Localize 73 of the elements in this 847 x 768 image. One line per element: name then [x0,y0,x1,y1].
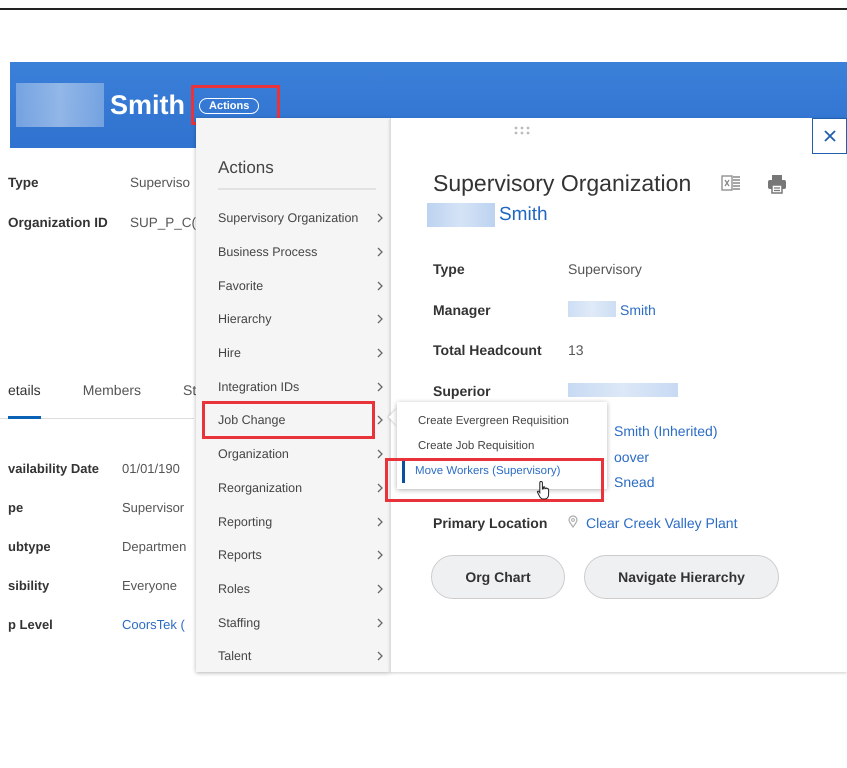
chevron-icon [377,651,384,662]
print-icon[interactable] [767,174,788,194]
redacted-block [427,203,495,227]
action-button[interactable]: Org Chart [431,555,565,599]
chevron-icon [377,584,384,594]
panel-subtitle[interactable]: Smith [499,204,548,226]
location-link[interactable]: Clear Creek Valley Plant [586,514,738,530]
submenu-item[interactable]: Create Job Requisition [402,433,540,458]
page-title: Smith [110,90,186,120]
menu-title: Actions [218,158,376,190]
field-value: Superviso [130,175,190,190]
panel-title: Supervisory Organization [433,170,692,197]
menu-item[interactable]: Job Change [218,411,376,430]
menu-item[interactable]: Roles [218,580,376,598]
action-button[interactable]: Navigate Hierarchy [584,555,779,599]
field-label: Type [8,175,39,190]
chevron-icon [377,415,384,426]
redacted-block [568,300,616,316]
tab[interactable]: Members [82,382,142,419]
menu-item[interactable]: Hierarchy [218,310,376,329]
field-value: Supervisory [568,261,642,279]
chevron-icon [377,482,384,493]
chevron-icon [377,247,384,258]
menu-item[interactable]: Business Process [218,242,376,262]
field-label: Type [433,261,465,279]
field-label: pe [8,500,24,515]
chevron-icon [377,213,384,224]
actions-button[interactable]: Actions [199,98,260,114]
field-link[interactable]: CoorsTek ( [122,617,185,632]
field-label: vailability Date [8,461,100,476]
menu-item[interactable]: Hire [218,344,376,362]
field-value: Supervisor [122,500,184,515]
spreadsheet-icon[interactable] [721,174,742,192]
field-label: sibility [8,578,50,593]
field-label: Organization ID [8,215,108,230]
field-value: 01/01/190 [122,461,180,476]
menu-item[interactable]: Integration IDs [218,377,376,396]
chevron-icon [377,550,384,560]
chevron-icon [377,280,384,291]
field-value: Everyone [122,578,177,593]
menu-item[interactable]: Talent [218,646,376,666]
person-link[interactable]: Smith (Inherited) [614,423,718,439]
menu-item[interactable]: Supervisory Organization [218,209,376,228]
menu-item[interactable]: Reports [218,546,376,565]
menu-item[interactable]: Reorganization [218,478,376,498]
drag-handle-icon[interactable] [514,126,530,136]
location-pin-icon [568,514,578,528]
field-value: SUP_P_C( [130,215,196,230]
chevron-icon [377,382,384,392]
field-label: Total Headcount [433,342,542,360]
field-label: ubtype [8,539,51,554]
field-label: p Level [8,617,53,632]
person-link[interactable]: Smith [620,302,656,318]
menu-item[interactable]: Favorite [218,276,376,296]
tab[interactable]: etails [8,382,41,419]
chevron-icon [377,449,384,460]
chevron-icon [377,348,384,358]
menu-item[interactable]: Staffing [218,613,376,632]
chevron-icon [377,618,384,628]
close-button[interactable] [812,118,847,154]
field-value: Departmen [122,539,186,554]
person-link[interactable]: oover [614,448,650,464]
menu-item[interactable]: Organization [218,444,376,464]
submenu-item[interactable]: Create Evergreen Requisition [402,408,575,433]
chevron-icon [377,314,384,324]
tab[interactable]: St [183,382,196,419]
chevron-icon [377,516,384,527]
close-icon [824,130,836,142]
field-label: Primary Location [433,514,548,533]
field-label: Manager [433,302,491,320]
field-value: 13 [568,342,584,360]
person-link[interactable]: Snead [614,474,654,490]
menu-item[interactable]: Reporting [218,512,376,531]
